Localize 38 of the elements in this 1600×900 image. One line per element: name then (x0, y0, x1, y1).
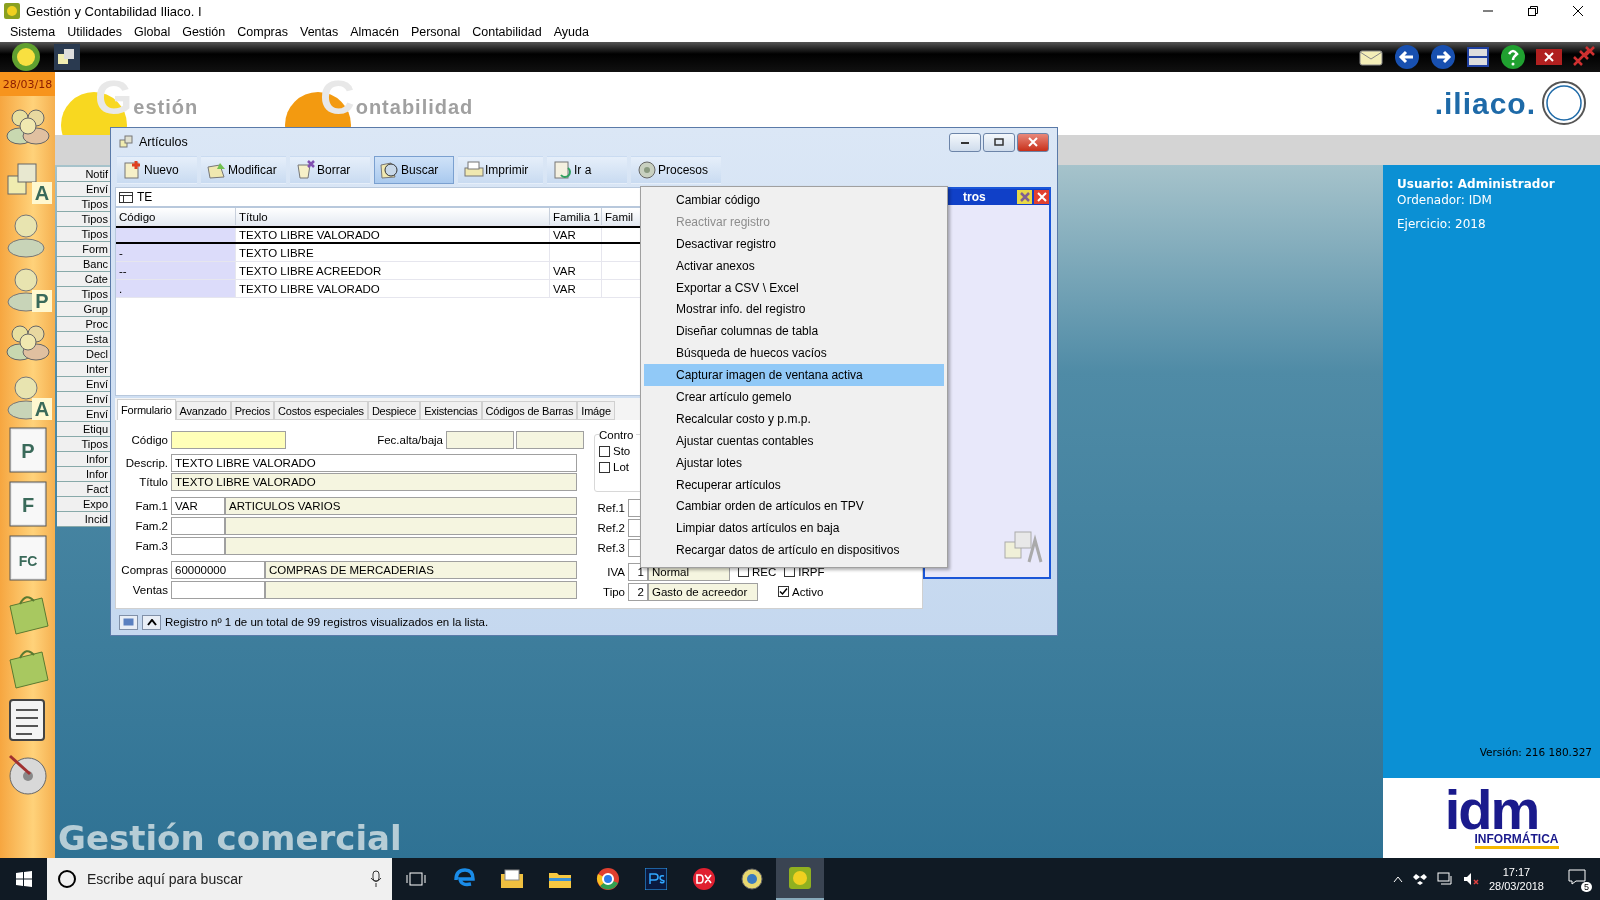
table-cell: - (116, 244, 236, 261)
field-label: Título (138, 475, 169, 488)
table-cell: TEXTO LIBRE (236, 244, 550, 261)
table-cell: . (116, 280, 236, 297)
panel-title: tros (963, 190, 986, 204)
field-label: Ventas (131, 583, 169, 596)
field-label: Ref.2 (596, 521, 626, 534)
table-cell: VAR (550, 228, 602, 242)
field-label: Fam.1 (134, 499, 169, 512)
table-cell: -- (116, 262, 236, 279)
user-label: Usuario: Administrador (1397, 177, 1556, 191)
table-cell: TEXTO LIBRE VALORADO (236, 280, 550, 297)
field-label: Fec.alta/baja (376, 433, 444, 446)
table-cell: TEXTO LIBRE ACREEDOR (236, 262, 550, 279)
table-cell: VAR (550, 262, 602, 279)
field-label: Fam.3 (134, 539, 169, 552)
brand-logo: .iliaco. (1434, 86, 1536, 121)
window-title: Artículos (139, 135, 188, 149)
window-title: Gestión y Contabilidad Iliaco. I (26, 3, 202, 19)
table-cell: VAR (550, 280, 602, 297)
field-label: Código (130, 433, 169, 446)
computer-label: Ordenador: IDM (1397, 193, 1493, 207)
field-label: IVA (606, 565, 626, 578)
company-logo: idm (1444, 787, 1539, 832)
year-label: Ejercicio: 2018 (1397, 217, 1487, 231)
table-cell: TEXTO LIBRE VALORADO (236, 228, 550, 242)
field-label: Fam.2 (134, 519, 169, 532)
date-label: 28/03/18 (0, 72, 55, 96)
version-label: Versión: 216 180.327 (1479, 746, 1593, 760)
field-label: Ref.1 (596, 501, 626, 514)
field-label: Tipo (602, 585, 626, 598)
company-tagline: INFORMÁTICA (1474, 831, 1559, 849)
group-title: Contro (599, 429, 636, 441)
field-label: Ref.3 (596, 541, 626, 554)
field-label: Descrip. (124, 456, 169, 469)
status-text: Registro nº 1 de un total de 99 registros visualizados en la lista. (165, 616, 489, 628)
footer-title: Gestión comercial (58, 818, 403, 858)
field-label: Compras (120, 563, 169, 576)
